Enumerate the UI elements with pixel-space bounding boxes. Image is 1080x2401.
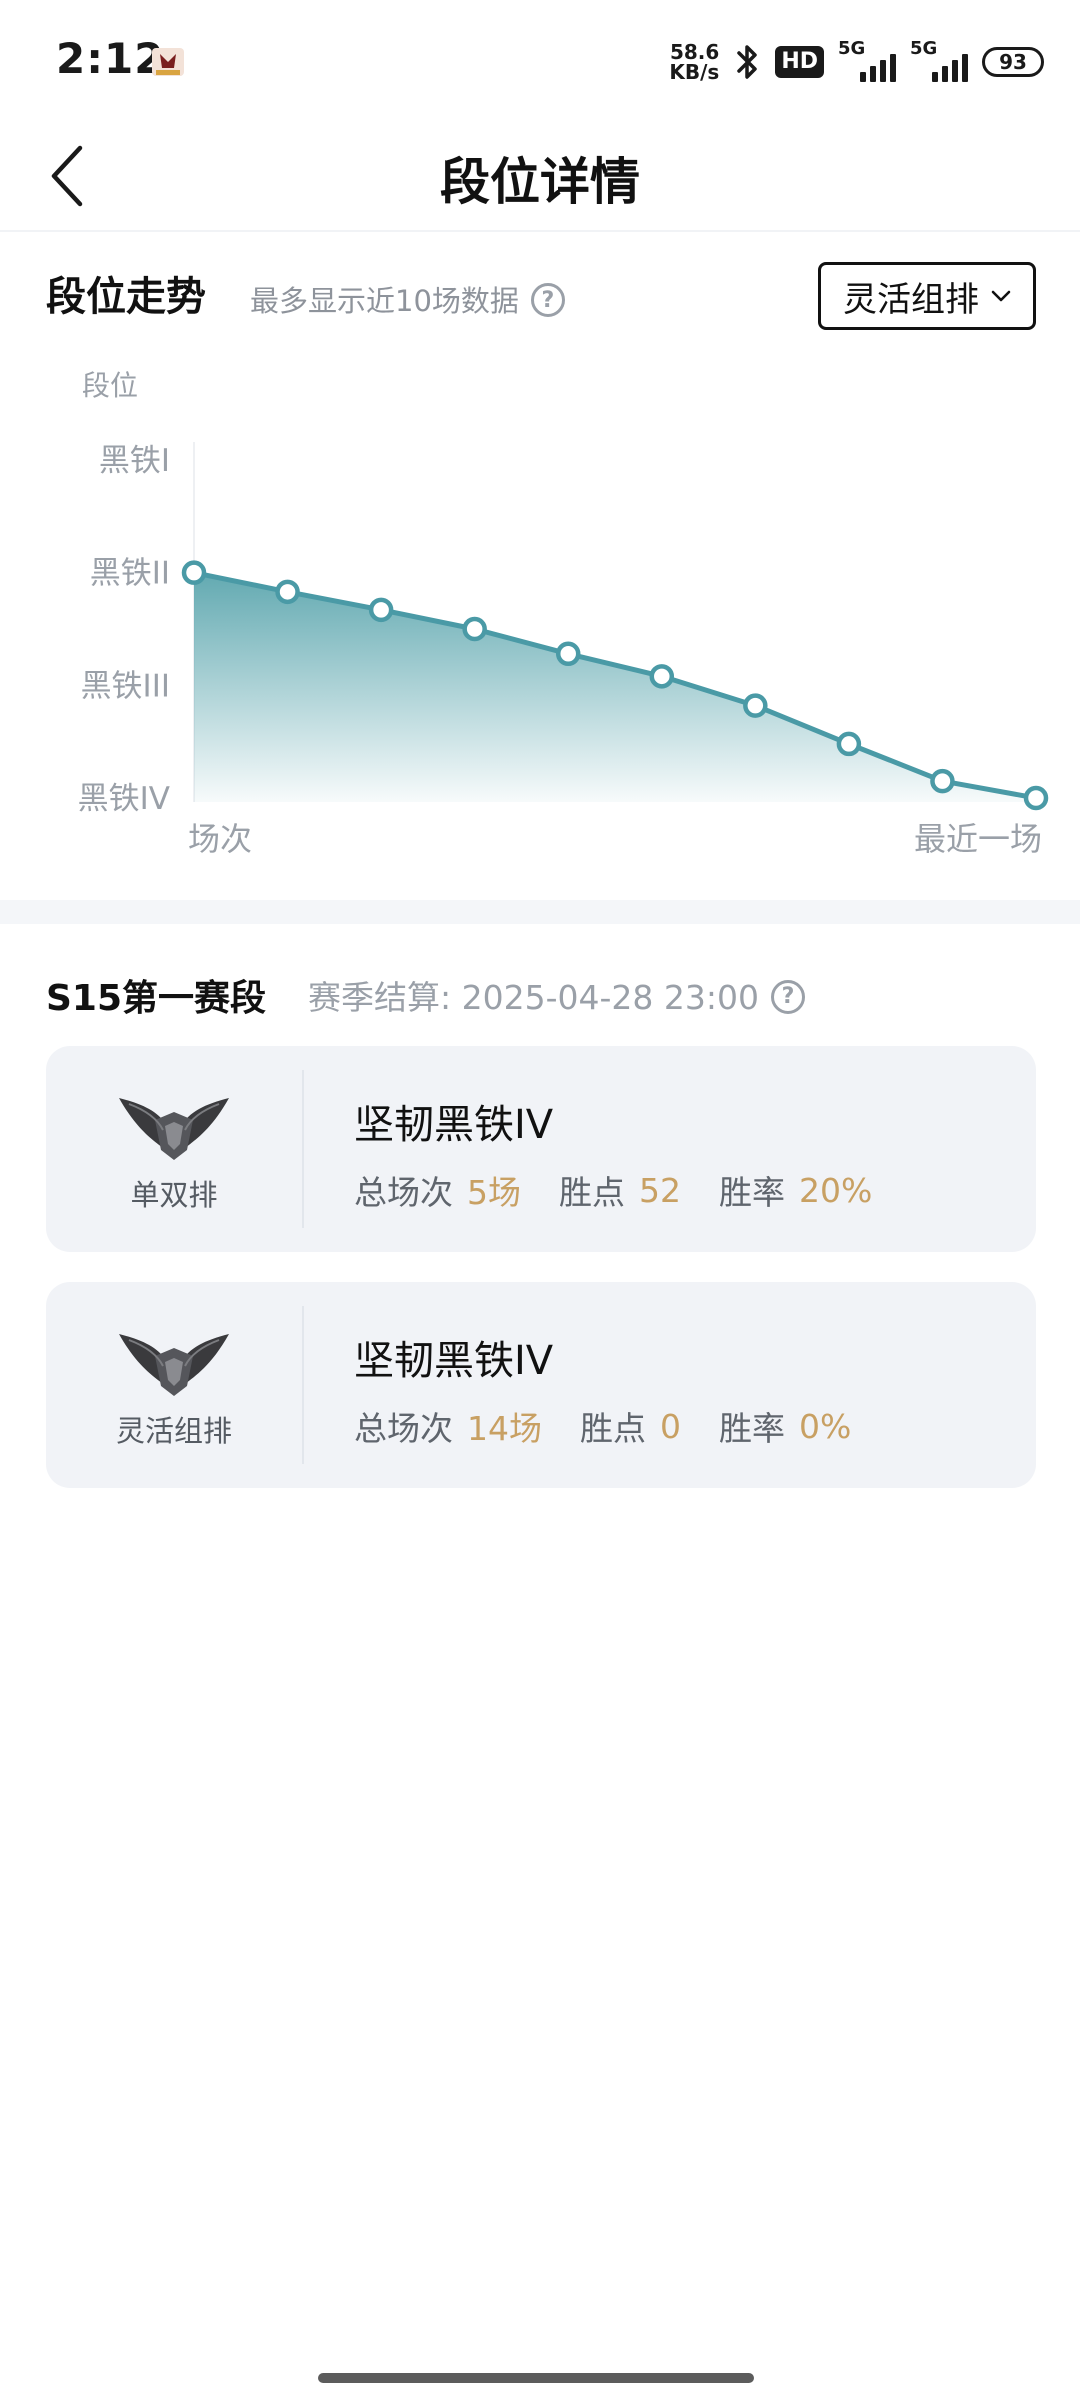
trend-point[interactable] (930, 768, 955, 794)
home-indicator[interactable] (318, 2373, 754, 2383)
y-axis-title: 段位 (82, 369, 138, 402)
signal-1-icon: 5G (838, 38, 896, 82)
season-settle-time: 赛季结算: 2025-04-28 23:00? (308, 971, 806, 1019)
hd-voice-badge: HD (775, 46, 824, 78)
queue-mode-label: 灵活组排 (843, 279, 979, 320)
season-header: S15第一赛段 赛季结算: 2025-04-28 23:00? (46, 968, 1036, 1022)
trend-point[interactable] (181, 560, 207, 585)
winrate-label: 胜率 (719, 1173, 785, 1212)
status-bar: 2:12 58.6 KB/s HD 5G 5G 93 (0, 0, 1080, 120)
card-divider (302, 1070, 304, 1228)
winrate-value: 0% (799, 1406, 852, 1446)
trend-point[interactable] (275, 579, 300, 605)
season-title: S15第一赛段 (46, 978, 267, 1019)
rank-card-solo[interactable]: 单双排 坚韧黑铁IV 总场次 5场 胜点 52 胜率 20% (46, 1046, 1036, 1252)
iron-rank-emblem-icon (119, 1334, 229, 1396)
queue-label: 灵活组排 (115, 1414, 232, 1448)
games-label: 总场次 (354, 1173, 453, 1212)
rank-card-left: 灵活组排 (46, 1282, 302, 1488)
y-tick-label: 黑铁I (99, 443, 170, 479)
winrate-value: 20% (799, 1170, 873, 1210)
question-circle-icon[interactable]: ? (530, 283, 565, 317)
lp-value: 52 (639, 1170, 681, 1210)
card-divider (302, 1306, 304, 1464)
question-circle-icon[interactable]: ? (771, 979, 806, 1014)
trend-point[interactable] (1023, 785, 1049, 811)
trend-point[interactable] (649, 664, 675, 689)
trend-subtitle: 最多显示近10场数据? (250, 278, 565, 320)
games-value: 5场 (467, 1173, 521, 1212)
trend-point[interactable] (836, 731, 862, 757)
rank-name: 坚韧黑铁IV (354, 1338, 554, 1384)
status-icons: 58.6 KB/s HD 5G 5G 93 (669, 38, 1044, 86)
x-axis-start-label: 场次 (188, 820, 252, 858)
nav-bar: 段位详情 (0, 120, 1080, 232)
trend-point[interactable] (743, 693, 768, 718)
games-label: 总场次 (354, 1409, 453, 1448)
iron-rank-emblem-icon (119, 1098, 229, 1160)
rank-trend-svg: 段位 黑铁I 黑铁II 黑铁III 黑铁IV 场次 最近一场 (78, 369, 1049, 858)
trend-point[interactable] (555, 641, 581, 667)
chevron-down-icon (991, 290, 1011, 302)
lp-value: 0 (660, 1406, 681, 1446)
battery-icon: 93 (982, 47, 1044, 77)
queue-mode-select[interactable]: 灵活组排 (818, 262, 1036, 330)
rank-trend-chart: 段位 黑铁I 黑铁II 黑铁III 黑铁IV 场次 最近一场 (0, 350, 1080, 870)
y-tick-label: 黑铁IV (78, 781, 170, 817)
lp-label: 胜点 (559, 1173, 625, 1212)
x-axis-end-label: 最近一场 (914, 820, 1042, 858)
rank-name: 坚韧黑铁IV (354, 1102, 554, 1148)
queue-label: 单双排 (130, 1178, 218, 1212)
y-tick-label: 黑铁III (81, 668, 170, 704)
rank-stats: 总场次 14场 胜点 0 胜率 0% (354, 1402, 851, 1450)
rank-card-flex[interactable]: 灵活组排 坚韧黑铁IV 总场次 14场 胜点 0 胜率 0% (46, 1282, 1036, 1488)
trend-point[interactable] (368, 597, 394, 623)
network-speed: 58.6 KB/s (669, 40, 720, 84)
lp-label: 胜点 (580, 1409, 646, 1448)
winrate-label: 胜率 (719, 1409, 785, 1448)
bluetooth-icon (737, 45, 758, 79)
app-notification-icon (152, 48, 184, 76)
signal-2-icon: 5G (910, 38, 968, 82)
rank-card-left: 单双排 (46, 1046, 302, 1252)
section-divider (0, 900, 1080, 924)
trend-header: 段位走势 最多显示近10场数据? 灵活组排 (46, 258, 1036, 332)
y-tick-label: 黑铁II (90, 556, 170, 592)
rank-stats: 总场次 5场 胜点 52 胜率 20% (354, 1166, 872, 1214)
page-title: 段位详情 (440, 153, 640, 211)
trend-title: 段位走势 (46, 274, 206, 320)
games-value: 14场 (467, 1409, 542, 1448)
trend-point[interactable] (462, 616, 487, 642)
